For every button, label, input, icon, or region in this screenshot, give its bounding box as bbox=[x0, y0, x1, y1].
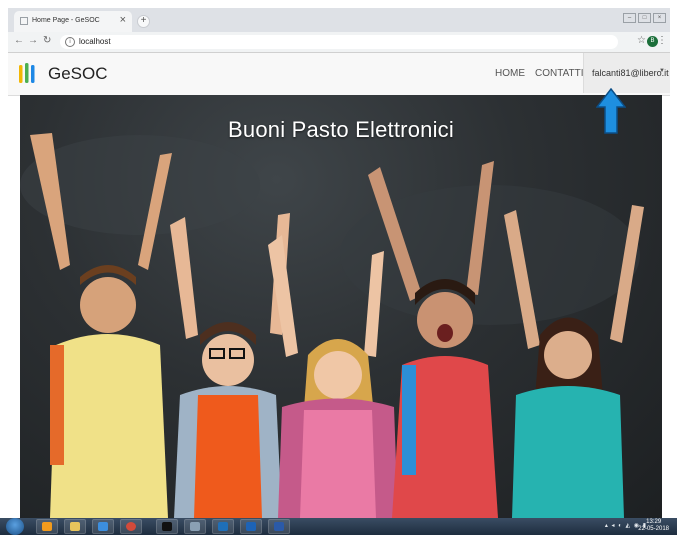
taskbar-media-icon[interactable] bbox=[36, 519, 58, 534]
clock-time: 13:29 bbox=[646, 519, 662, 525]
bookmark-star-icon[interactable]: ☆ bbox=[637, 35, 646, 46]
os-taskbar: ▴ ◂ ◐ ◭ ◉ ▮ 13:29 22-05-2018 bbox=[0, 518, 677, 535]
tab-title: Home Page - GeSOC bbox=[32, 17, 100, 24]
taskbar-chrome-icon[interactable] bbox=[120, 519, 142, 534]
minimize-icon[interactable]: – bbox=[623, 13, 636, 23]
new-tab-button[interactable]: + bbox=[137, 15, 150, 28]
site-navbar: GeSOC HOME CONTATTI falcanti81@libero.it… bbox=[8, 53, 670, 96]
taskbar-outlook-icon[interactable] bbox=[240, 519, 262, 534]
browser-tab[interactable]: . Home Page - GeSOC × bbox=[14, 11, 132, 32]
hero-photo-children-icon bbox=[20, 133, 644, 518]
cutlery-logo-icon[interactable] bbox=[19, 63, 35, 85]
browser-tab-strip: . Home Page - GeSOC × + –□× bbox=[8, 8, 670, 32]
brand-name[interactable]: GeSOC bbox=[48, 64, 108, 84]
hero-banner: Buoni Pasto Elettronici bbox=[20, 95, 662, 518]
caret-down-icon[interactable]: ▼ bbox=[659, 68, 665, 74]
nav-link-contatti[interactable]: CONTATTI bbox=[535, 68, 584, 79]
browser-toolbar: ← → ↻ i localhost ☆ B ⋮ bbox=[8, 32, 670, 53]
forward-arrow-icon[interactable]: → bbox=[28, 35, 38, 46]
reload-icon[interactable]: ↻ bbox=[43, 35, 51, 46]
page-favicon-icon: . bbox=[20, 17, 28, 25]
taskbar-word-icon[interactable] bbox=[268, 519, 290, 534]
taskbar-teamviewer-icon[interactable] bbox=[212, 519, 234, 534]
nav-link-home[interactable]: HOME bbox=[495, 68, 525, 79]
window-controls: – □ × bbox=[621, 12, 666, 23]
address-bar[interactable]: i localhost bbox=[60, 35, 618, 49]
maximize-icon[interactable]: □ bbox=[638, 13, 651, 23]
user-email[interactable]: falcanti81@libero.it bbox=[592, 68, 669, 78]
hero-title: Buoni Pasto Elettronici bbox=[228, 117, 454, 142]
taskbar-terminal-icon[interactable] bbox=[156, 519, 178, 534]
start-button[interactable] bbox=[6, 518, 24, 535]
taskbar-explorer-icon[interactable] bbox=[64, 519, 86, 534]
close-window-icon[interactable]: × bbox=[653, 13, 666, 23]
info-icon[interactable]: i bbox=[65, 37, 75, 47]
user-account-dropdown[interactable]: falcanti81@libero.it ▼ bbox=[583, 53, 670, 93]
close-tab-icon[interactable]: × bbox=[120, 14, 126, 26]
taskbar-app-icon[interactable] bbox=[184, 519, 206, 534]
clock-date: 22-05-2018 bbox=[638, 526, 669, 532]
taskbar-clock[interactable]: 13:29 22-05-2018 bbox=[638, 519, 669, 533]
url-text[interactable]: localhost bbox=[79, 37, 111, 46]
back-arrow-icon[interactable]: ← bbox=[14, 35, 24, 46]
browser-menu-icon[interactable]: ⋮ bbox=[657, 35, 667, 46]
taskbar-ie-icon[interactable] bbox=[92, 519, 114, 534]
up-arrow-icon bbox=[596, 88, 626, 134]
